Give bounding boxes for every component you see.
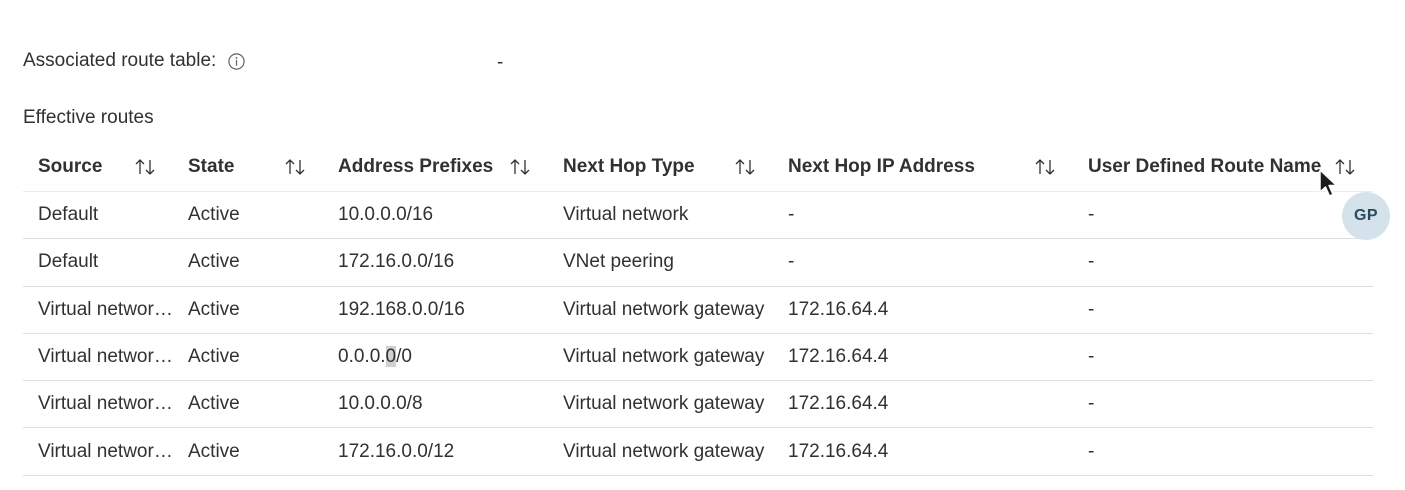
table-row[interactable]: Default Active 172.16.0.0/16 VNet peerin… [23, 239, 1373, 287]
cell-next-hop-ip: 172.16.64.4 [788, 393, 889, 415]
cell-address-prefix: 172.16.0.0/16 [338, 251, 455, 273]
table-row[interactable]: Virtual network gateway Active 172.16.0.… [23, 428, 1373, 476]
effective-routes-title: Effective routes [23, 107, 154, 128]
cell-address-prefix: 192.168.0.0/16 [338, 298, 465, 320]
info-icon[interactable] [228, 52, 245, 70]
cell-next-hop-type: Virtual network [563, 204, 689, 226]
cell-address-prefix: 10.0.0.0/16 [338, 204, 434, 226]
address-prefix-text: 0.0.0. [338, 346, 386, 368]
column-header-address-prefixes[interactable]: Address Prefixes [323, 156, 548, 178]
column-header-next-hop-type[interactable]: Next Hop Type [548, 156, 773, 178]
cell-route-name: - [1088, 251, 1095, 273]
cell-route-name: - [1088, 393, 1095, 415]
sort-up-down-icon[interactable] [733, 157, 757, 177]
cell-state: Active [188, 346, 240, 368]
cell-state: Active [188, 204, 240, 226]
cell-source: Virtual network gateway [38, 393, 173, 415]
cell-route-name: - [1088, 298, 1095, 320]
sort-up-down-icon[interactable] [133, 157, 157, 177]
cell-next-hop-type: Virtual network gateway [563, 346, 765, 368]
table-row[interactable]: Virtual network gateway Active 10.0.0.0/… [23, 381, 1373, 429]
cell-source: Default [38, 251, 99, 273]
cell-source: Virtual network gateway [38, 298, 173, 320]
cell-state: Active [188, 440, 240, 462]
table-row[interactable]: Default Active 10.0.0.0/16 Virtual netwo… [23, 192, 1373, 240]
associated-route-table: Associated route table: [23, 49, 245, 73]
cell-source: Default [38, 204, 99, 226]
cell-address-prefix: 0.0.0.0/0 [323, 346, 548, 368]
cell-next-hop-ip: 172.16.64.4 [788, 298, 889, 320]
table-row[interactable]: Virtual network gateway Active 192.168.0… [23, 287, 1373, 334]
cell-next-hop-type: VNet peering [563, 251, 674, 273]
cell-next-hop-type: Virtual network gateway [563, 440, 765, 462]
cell-next-hop-ip: - [788, 251, 795, 273]
cell-next-hop-type: Virtual network gateway [563, 298, 765, 320]
column-header-source[interactable]: Source [23, 156, 173, 178]
cell-address-prefix: 10.0.0.0/8 [338, 393, 423, 415]
cell-next-hop-type: Virtual network gateway [563, 393, 765, 415]
address-prefix-text: /0 [396, 346, 412, 368]
cell-route-name: - [1088, 204, 1095, 226]
cell-source: Virtual network gateway [38, 440, 173, 462]
cell-state: Active [188, 393, 240, 415]
sort-up-down-icon[interactable] [508, 157, 532, 177]
cell-state: Active [188, 251, 240, 273]
cell-source: Virtual network gateway [38, 346, 173, 368]
associated-route-table-value: - [497, 52, 504, 73]
cell-route-name: - [1088, 440, 1095, 462]
mouse-cursor-icon [1319, 169, 1338, 197]
cell-route-name: - [1088, 346, 1095, 368]
effective-routes-grid: Source State Address Prefixes Next Hop T… [23, 142, 1373, 476]
column-header-state[interactable]: State [173, 156, 323, 178]
sort-up-down-icon[interactable] [283, 157, 307, 177]
column-header-next-hop-ip-address[interactable]: Next Hop IP Address [773, 156, 1073, 178]
cell-address-prefix: 172.16.0.0/12 [338, 440, 455, 462]
cell-next-hop-ip: 172.16.64.4 [788, 440, 889, 462]
avatar[interactable]: GP [1342, 192, 1390, 240]
associated-route-table-label: Associated route table: [23, 50, 217, 71]
table-row[interactable]: Virtual network gateway Active 0.0.0.0/0… [23, 334, 1373, 382]
text-selection: 0 [385, 346, 397, 368]
cell-next-hop-ip: - [788, 204, 795, 226]
grid-header-row: Source State Address Prefixes Next Hop T… [23, 142, 1373, 192]
cell-state: Active [188, 298, 240, 320]
sort-up-down-icon[interactable] [1033, 157, 1057, 177]
cell-next-hop-ip: 172.16.64.4 [788, 346, 889, 368]
